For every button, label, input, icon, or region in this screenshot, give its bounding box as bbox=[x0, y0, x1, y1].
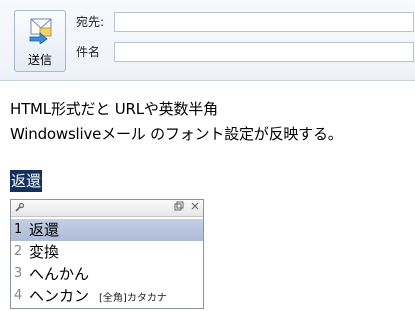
candidate-text-wrap: ヘンカン [全角]カタカナ bbox=[29, 285, 167, 310]
candidate-item[interactable]: 3 へんかん bbox=[11, 263, 203, 285]
send-button[interactable]: 送信 bbox=[14, 10, 66, 72]
subject-field[interactable] bbox=[114, 42, 414, 62]
to-label: 宛先: bbox=[76, 15, 105, 29]
candidate-text: ヘンカン bbox=[29, 287, 90, 305]
body-line-1: HTML形式だと URLや英数半角 bbox=[10, 100, 218, 118]
candidate-number: 3 bbox=[14, 266, 23, 281]
subject-label: 件名 bbox=[76, 45, 101, 59]
body-line-2: Windowsliveメール のフォント設定が反映する。 bbox=[10, 125, 343, 143]
restore-icon[interactable] bbox=[172, 201, 185, 214]
candidate-number: 1 bbox=[14, 222, 23, 237]
candidate-text: へんかん bbox=[29, 265, 90, 283]
candidate-item[interactable]: 2 変換 bbox=[11, 241, 203, 263]
candidate-titlebar bbox=[11, 200, 203, 217]
close-icon[interactable] bbox=[188, 201, 201, 214]
send-mail-icon bbox=[29, 18, 52, 44]
candidate-text: 変換 bbox=[29, 243, 60, 261]
message-header: 送信 宛先: 件名 bbox=[0, 0, 415, 81]
candidate-text: 返還 bbox=[29, 221, 60, 239]
ime-candidate-window: 1 返還 2 変換 3 へんかん 4 ヘンカン [全角]カタカナ bbox=[10, 199, 204, 309]
candidate-item[interactable]: 1 返還 bbox=[11, 219, 203, 241]
to-field[interactable] bbox=[114, 12, 414, 32]
send-button-label: 送信 bbox=[27, 53, 52, 67]
candidate-number: 2 bbox=[14, 244, 23, 259]
candidate-item[interactable]: 4 ヘンカン [全角]カタカナ bbox=[11, 285, 203, 307]
candidate-number: 4 bbox=[14, 288, 23, 303]
wrench-icon[interactable] bbox=[14, 202, 25, 213]
candidate-note: [全角]カタカナ bbox=[99, 293, 167, 304]
ime-composition: 返還 bbox=[10, 170, 43, 192]
